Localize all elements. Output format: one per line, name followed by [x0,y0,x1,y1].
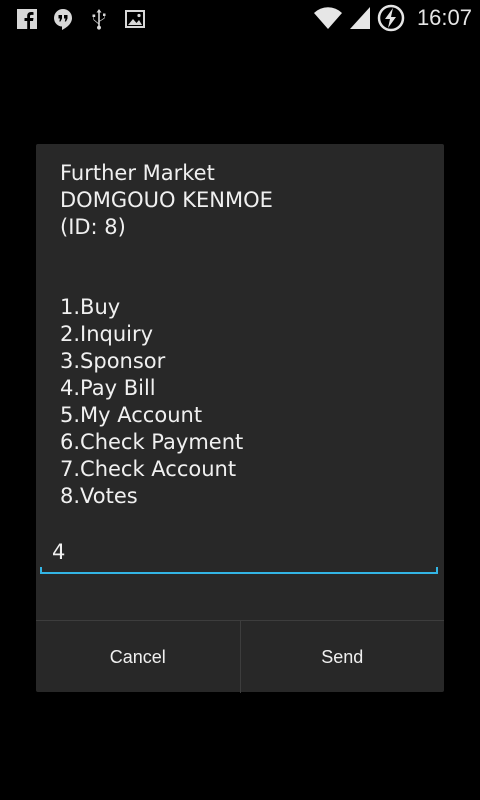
dialog-button-bar: Cancel Send [36,620,444,693]
input-underline [40,567,438,574]
signal-icon [349,7,370,29]
battery-charging-icon [377,4,405,32]
wifi-icon [313,7,342,29]
system-icons: 16:07 [313,4,472,32]
ussd-dialog: Further Market DOMGOUO KENMOE (ID: 8) 1.… [36,144,444,693]
menu-option: 7.Check Account [60,457,237,481]
menu-option: 5.My Account [60,403,203,427]
menu-option: 1.Buy [60,295,121,319]
dialog-message: Further Market DOMGOUO KENMOE (ID: 8) [60,161,273,239]
menu-option: 2.Inquiry [60,322,154,346]
response-input[interactable] [52,536,422,568]
notification-icons [16,8,146,30]
cancel-button[interactable]: Cancel [36,621,241,693]
menu-option: 6.Check Payment [60,430,244,454]
menu-option: 4.Pay Bill [60,376,156,400]
menu-option: 8.Votes [60,484,138,508]
response-field[interactable] [40,534,438,574]
facebook-icon [17,9,37,29]
clock: 16:07 [416,5,472,30]
send-button[interactable]: Send [241,621,445,693]
usb-icon [92,9,106,30]
menu-options: 1.Buy 2.Inquiry 3.Sponsor 4.Pay Bill 5.M… [60,294,243,510]
menu-option: 3.Sponsor [60,349,166,373]
image-icon [125,10,145,28]
hangouts-icon [54,9,72,30]
status-bar: 16:07 [0,0,480,38]
